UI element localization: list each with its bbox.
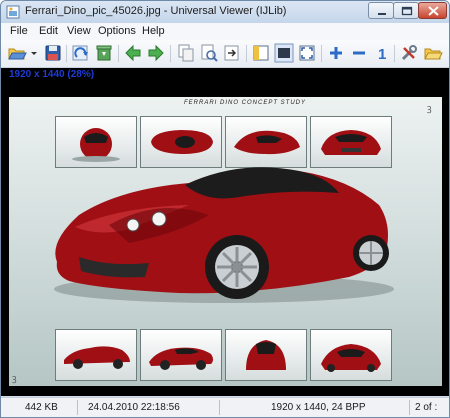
thumbnail-rear-angle-view <box>310 329 392 381</box>
folder-open-icon[interactable] <box>423 43 443 63</box>
close-button[interactable] <box>418 2 447 19</box>
status-divider <box>219 400 220 415</box>
window-title: Ferrari_Dino_pic_45026.jpg - Universal V… <box>25 5 287 17</box>
open-folder-icon[interactable] <box>7 43 27 63</box>
app-window: Ferrari_Dino_pic_45026.jpg - Universal V… <box>0 0 450 418</box>
dropdown-arrow-icon[interactable] <box>29 43 39 63</box>
status-file-size: 442 KB <box>25 402 58 413</box>
preview-icon[interactable] <box>199 43 219 63</box>
ferrari-dino-image: FERRARI DINO CONCEPT STUDY ꝫ ꝫ <box>9 97 442 386</box>
thumbnail-side-view <box>55 329 137 381</box>
tools-icon[interactable] <box>399 43 419 63</box>
copy-icon[interactable] <box>176 43 196 63</box>
panel-icon[interactable] <box>251 43 271 63</box>
toolbar: 1 <box>1 40 449 68</box>
toolbar-separator <box>118 45 119 62</box>
image-viewer-canvas[interactable]: 1920 x 1440 (28%) FERRARI DINO CONCEPT S… <box>1 68 449 396</box>
title-bar[interactable]: Ferrari_Dino_pic_45026.jpg - Universal V… <box>1 1 449 23</box>
zoom-out-icon[interactable] <box>349 43 369 63</box>
menu-edit[interactable]: Edit <box>39 25 58 37</box>
minimize-button[interactable] <box>368 2 394 19</box>
refresh-icon[interactable] <box>71 43 91 63</box>
menu-help[interactable]: Help <box>142 25 165 37</box>
paste-icon[interactable] <box>222 43 242 63</box>
menu-file[interactable]: File <box>10 25 28 37</box>
toolbar-separator <box>394 45 395 62</box>
maximize-button[interactable] <box>393 2 419 19</box>
toolbar-separator <box>66 45 67 62</box>
menu-view[interactable]: View <box>67 25 91 37</box>
fullscreen-icon[interactable] <box>297 43 317 63</box>
status-page: 2 of : <box>415 402 438 413</box>
thumbnail-rear-view <box>225 329 307 381</box>
arrow-right-icon[interactable] <box>146 43 166 63</box>
fit-window-icon[interactable] <box>274 43 294 63</box>
actual-size-icon[interactable]: 1 <box>372 43 392 63</box>
thumbnail-side-angle-view <box>140 329 222 381</box>
toolbar-separator <box>321 45 322 62</box>
status-bar: 442 KB 24.04.2010 22:18:56 1920 x 1440, … <box>1 397 449 417</box>
save-icon[interactable] <box>43 43 63 63</box>
image-file-icon <box>6 5 20 19</box>
status-divider <box>77 400 78 415</box>
svg-text:1: 1 <box>378 46 386 63</box>
zoom-in-icon[interactable] <box>326 43 346 63</box>
menu-bar: File Edit View Options Help <box>1 23 449 41</box>
recycle-bin-icon[interactable] <box>94 43 114 63</box>
arrow-left-icon[interactable] <box>123 43 143 63</box>
status-divider <box>409 400 410 415</box>
status-image-info: 1920 x 1440, 24 BPP <box>271 402 366 413</box>
toolbar-separator <box>246 45 247 62</box>
image-dimensions-overlay: 1920 x 1440 (28%) <box>9 69 95 80</box>
status-date: 24.04.2010 22:18:56 <box>88 402 180 413</box>
toolbar-separator <box>170 45 171 62</box>
menu-options[interactable]: Options <box>98 25 136 37</box>
